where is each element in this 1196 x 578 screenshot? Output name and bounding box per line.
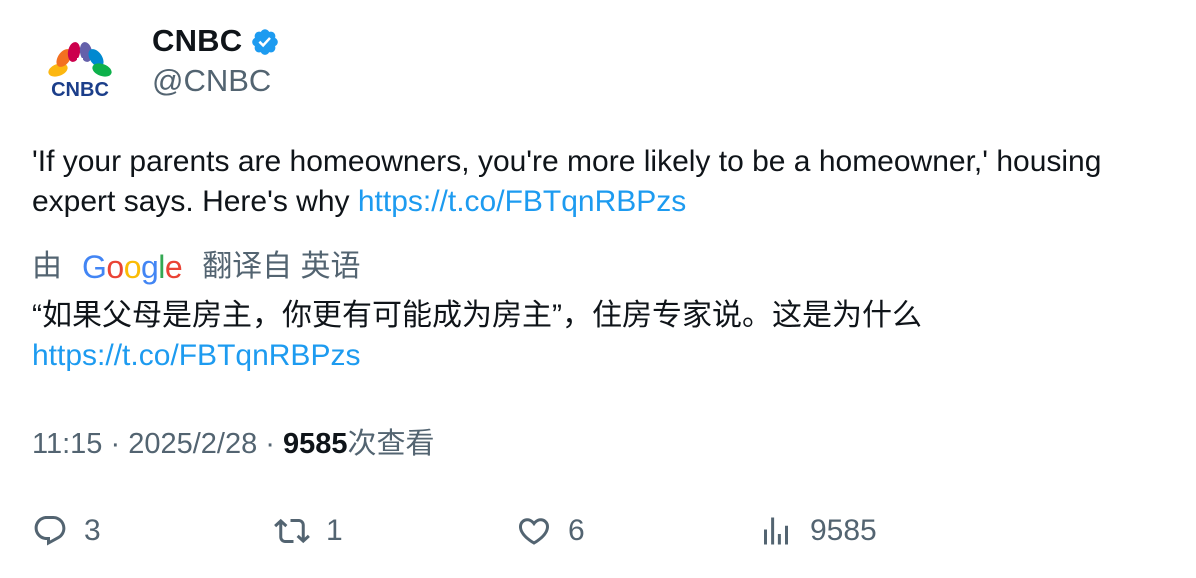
retweet-icon xyxy=(274,518,310,544)
translation-prefix: 由 xyxy=(32,250,62,283)
tweet-time[interactable]: 11:15 xyxy=(32,428,102,460)
tweet-link[interactable]: https://t.co/FBTqnRBPzs xyxy=(358,185,686,218)
views-count: 9585 xyxy=(810,514,877,547)
translated-body: “如果父母是房主，你更有可能成为房主”，住房专家说。这是为什么 xyxy=(32,299,922,332)
author-name[interactable]: CNBC xyxy=(152,22,242,60)
meta-separator: · xyxy=(257,428,283,460)
tweet-meta: 11:15 · 2025/2/28 · 9585次查看 xyxy=(32,424,435,464)
author-handle[interactable]: @CNBC xyxy=(152,62,271,100)
translation-suffix: 翻译自 英语 xyxy=(202,250,361,283)
meta-separator: · xyxy=(102,428,129,460)
translated-link[interactable]: https://t.co/FBTqnRBPzs xyxy=(32,339,360,372)
analytics-bar-icon xyxy=(764,517,788,545)
author-avatar[interactable]: CNBC xyxy=(32,34,128,104)
views-button[interactable]: 9585 xyxy=(758,511,877,551)
view-count: 9585 xyxy=(283,428,348,460)
tweet-text: 'If your parents are homeowners, you're … xyxy=(32,142,1162,222)
translated-text: “如果父母是房主，你更有可能成为房主”，住房专家说。这是为什么 https://… xyxy=(32,296,1162,376)
action-bar: 3 1 6 9585 xyxy=(32,511,1192,555)
translation-attribution: 由 Google 翻译自 英语 xyxy=(32,247,361,287)
heart-icon xyxy=(518,518,550,545)
retweet-count: 1 xyxy=(326,514,343,547)
reply-count: 3 xyxy=(84,514,101,547)
reply-icon xyxy=(34,516,66,546)
like-count: 6 xyxy=(568,514,585,547)
cnbc-logo-text: CNBC xyxy=(51,79,109,101)
like-button[interactable]: 6 xyxy=(516,511,585,551)
retweet-button[interactable]: 1 xyxy=(274,511,343,551)
tweet-date[interactable]: 2025/2/28 xyxy=(128,428,257,460)
cnbc-peacock-logo: CNBC xyxy=(48,42,112,101)
author-name-row: CNBC xyxy=(152,22,280,60)
view-count-label: 次查看 xyxy=(347,428,435,460)
google-logo-icon: Google xyxy=(82,249,183,285)
verified-badge-icon xyxy=(252,29,279,55)
reply-button[interactable]: 3 xyxy=(32,511,101,551)
